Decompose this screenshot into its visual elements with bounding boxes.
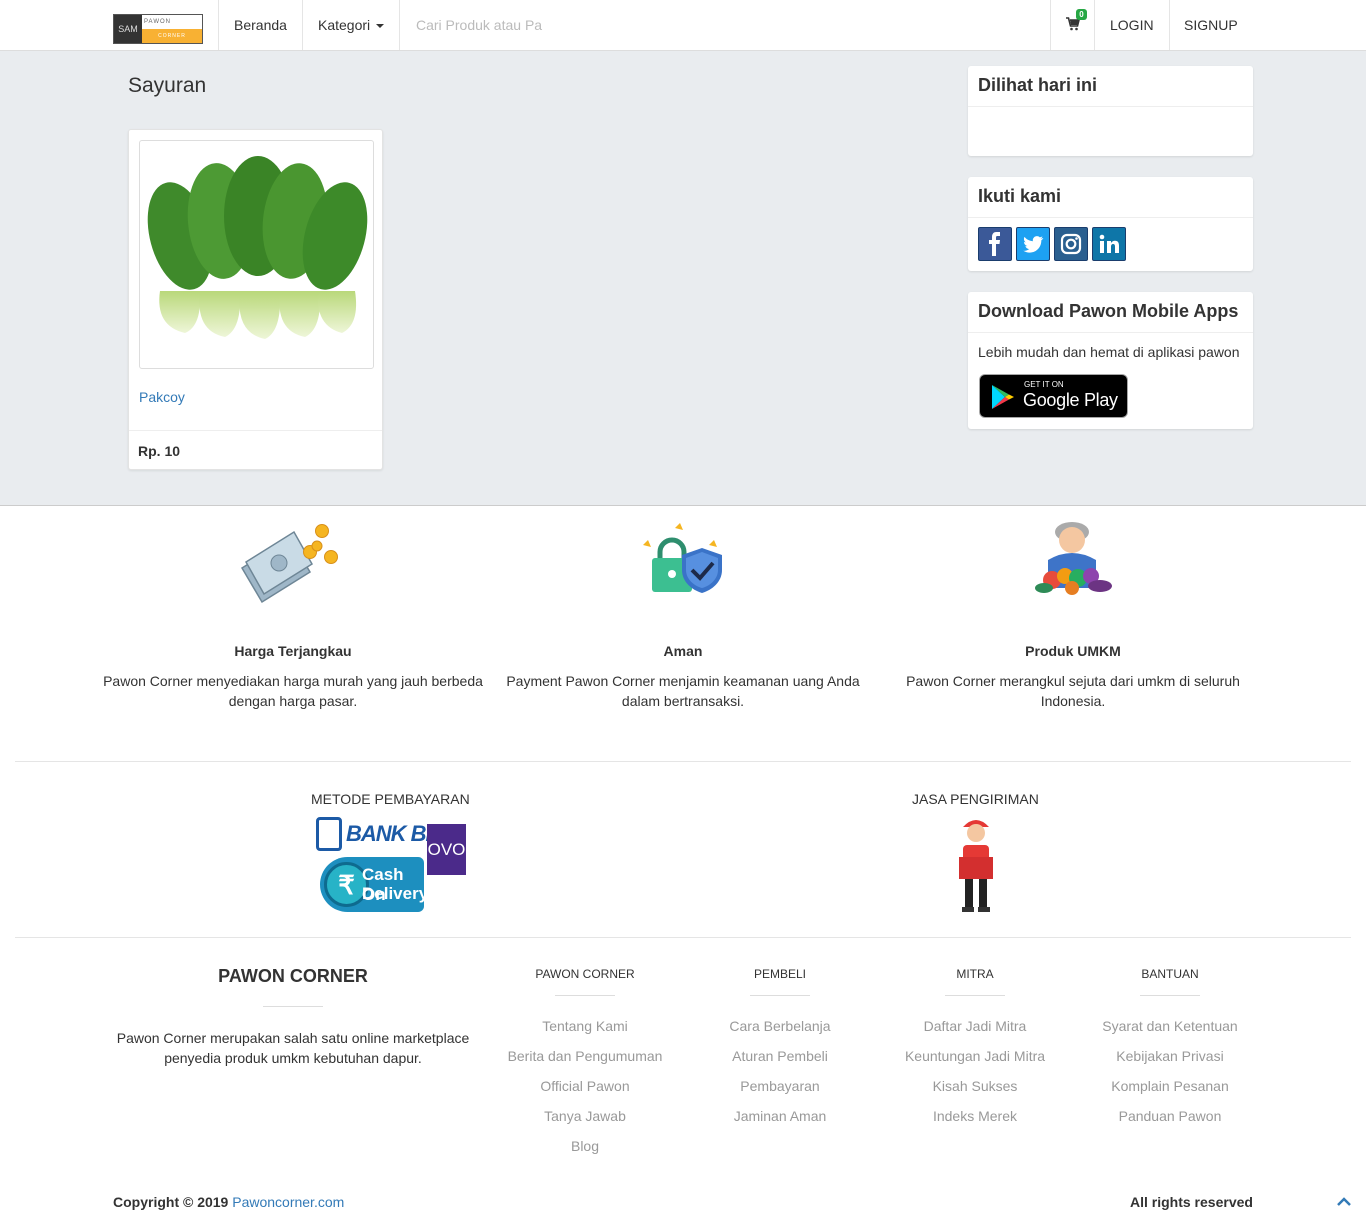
badge-big-text: Google Play (1023, 390, 1118, 410)
footer-col-mitra: MITRA Daftar Jadi Mitra Keuntungan Jadi … (880, 967, 1070, 1136)
footer-link[interactable]: Tentang Kami (490, 1016, 680, 1046)
copyright: Copyright © 2019 Pawoncorner.com (113, 1194, 344, 1210)
search-input[interactable] (416, 12, 566, 38)
product-price: Rp. 10 (129, 430, 382, 471)
footer-col-underline (750, 995, 810, 996)
ovo-logo: OVO (427, 824, 466, 875)
divider (15, 761, 1351, 762)
footer-col-title: PEMBELI (753, 967, 807, 981)
logo[interactable]: SAM PAWON CORNER (113, 14, 203, 44)
footer-link[interactable]: Kisah Sukses (880, 1076, 1070, 1106)
product-image[interactable] (139, 140, 374, 369)
nav-divider (1094, 0, 1095, 50)
nav-divider (302, 0, 303, 50)
courier-icon (959, 820, 993, 912)
footer-link[interactable]: Komplain Pesanan (1075, 1076, 1265, 1106)
page-title: Sayuran (128, 74, 207, 97)
cod-logo: ₹ Cash On Delivery (320, 857, 428, 912)
product-name-link[interactable]: Pakcoy (139, 389, 185, 405)
badge-small-text: GET IT ON (1024, 380, 1064, 389)
footer-link[interactable]: Keuntungan Jadi Mitra (880, 1046, 1070, 1076)
cart-count-badge: 0 (1076, 9, 1087, 20)
security-lock-icon (643, 523, 722, 593)
feature-text: Pawon Corner menyediakan harga murah yan… (103, 673, 483, 709)
umkm-farmer-icon (1035, 522, 1112, 595)
shipping-label: JASA PENGIRIMAN (912, 791, 1039, 807)
nav-divider (218, 0, 219, 50)
signup-link[interactable]: SIGNUP (1184, 0, 1238, 50)
product-card[interactable]: Pakcoy Rp. 10 (128, 129, 383, 470)
instagram-icon[interactable] (1054, 227, 1088, 261)
footer-brand: PAWON CORNER (218, 966, 368, 986)
bri-mark-icon (316, 817, 342, 851)
footer-col-underline (945, 995, 1005, 996)
money-icon (240, 524, 338, 604)
feature-title: Harga Terjangkau (234, 643, 352, 659)
footer-link[interactable]: Jaminan Aman (685, 1106, 875, 1136)
footer-col-title: MITRA (956, 967, 994, 981)
logo-mark: SAM (114, 15, 142, 43)
footer-link[interactable]: Indeks Merek (880, 1106, 1070, 1136)
footer-col-title: BANTUAN (1141, 967, 1199, 981)
divider (15, 937, 1351, 938)
nav-divider (1050, 0, 1051, 50)
nav-category-dropdown[interactable]: Kategori (318, 0, 385, 50)
footer-link[interactable]: Daftar Jadi Mitra (880, 1016, 1070, 1046)
logo-bottom-text: CORNER (142, 29, 202, 43)
site-link[interactable]: Pawoncorner.com (232, 1194, 344, 1210)
pakcoy-image (147, 156, 368, 339)
rights-text: All rights reserved (1130, 1194, 1253, 1210)
twitter-icon[interactable] (1016, 227, 1050, 261)
nav-home-link[interactable]: Beranda (234, 0, 287, 50)
footer-brand-underline (263, 1006, 323, 1007)
footer-link[interactable]: Cara Berbelanja (685, 1016, 875, 1046)
linkedin-icon[interactable] (1092, 227, 1126, 261)
nav-divider (399, 0, 400, 50)
cod-text-2: Delivery (362, 884, 429, 903)
copyright-text: Copyright © 2019 (113, 1194, 229, 1210)
footer-link[interactable]: Panduan Pawon (1075, 1106, 1265, 1136)
footer-col-underline (555, 995, 615, 996)
feature-text: Pawon Corner merangkul sejuta dari umkm … (906, 673, 1240, 709)
feature-title: Aman (663, 643, 703, 659)
footer-col-title: PAWON CORNER (535, 967, 635, 981)
footer-link[interactable]: Berita dan Pengumuman (490, 1046, 680, 1076)
download-apps-panel: Download Pawon Mobile Apps Lebih mudah d… (968, 292, 1253, 429)
logo-top-text: PAWON (142, 15, 202, 29)
footer-col-underline (1140, 995, 1200, 996)
footer-col-bantuan: BANTUAN Syarat dan Ketentuan Kebijakan P… (1075, 967, 1265, 1136)
footer-link[interactable]: Aturan Pembeli (685, 1046, 875, 1076)
payment-methods-label: METODE PEMBAYARAN (311, 791, 470, 807)
login-link[interactable]: LOGIN (1110, 0, 1154, 50)
download-apps-title: Download Pawon Mobile Apps (968, 292, 1253, 333)
navbar: SAM PAWON CORNER Beranda Kategori 0 LOGI… (0, 0, 1366, 51)
google-play-icon (992, 385, 1014, 409)
footer-link[interactable]: Tanya Jawab (490, 1106, 680, 1136)
feature-text: Payment Pawon Corner menjamin keamanan u… (506, 673, 860, 709)
follow-panel: Ikuti kami (968, 177, 1253, 271)
nav-category-label: Kategori (318, 17, 371, 33)
follow-title: Ikuti kami (968, 177, 1253, 218)
google-play-badge[interactable]: GET IT ON Google Play (979, 374, 1128, 418)
back-to-top-icon[interactable] (1337, 1197, 1351, 1207)
caret-down-icon (376, 24, 385, 29)
download-apps-text: Lebih mudah dan hemat di aplikasi pawon (978, 344, 1240, 360)
footer-about: Pawon Corner merupakan salah satu online… (116, 1030, 470, 1066)
feature-title: Produk UMKM (1025, 643, 1121, 659)
facebook-icon[interactable] (978, 227, 1012, 261)
footer-link[interactable]: Official Pawon (490, 1076, 680, 1106)
nav-divider (1169, 0, 1170, 50)
footer-col-pembeli: PEMBELI Cara Berbelanja Aturan Pembeli P… (685, 967, 875, 1136)
viewed-today-title: Dilihat hari ini (968, 66, 1253, 107)
footer-col-pawon: PAWON CORNER Tentang Kami Berita dan Pen… (490, 967, 680, 1166)
viewed-today-panel: Dilihat hari ini (968, 66, 1253, 156)
footer-link[interactable]: Blog (490, 1136, 680, 1166)
footer-link[interactable]: Syarat dan Ketentuan (1075, 1016, 1265, 1046)
footer-link[interactable]: Pembayaran (685, 1076, 875, 1106)
footer-link[interactable]: Kebijakan Privasi (1075, 1046, 1265, 1076)
